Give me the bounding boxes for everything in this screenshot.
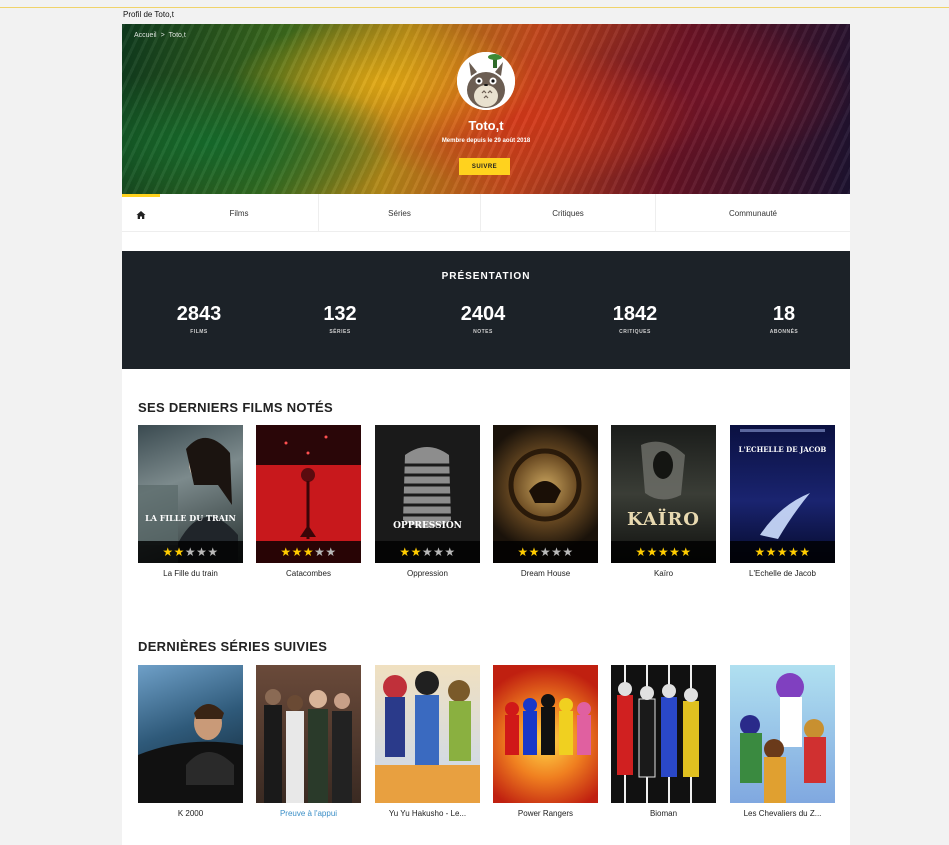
series-title[interactable]: Les Chevaliers du Z... xyxy=(730,809,835,818)
film-card[interactable]: OPPRESSION ★★ ★★★ Oppression xyxy=(375,425,480,578)
profile-content: Accueil > Toto,t Toto,t Membre depuis le 2… xyxy=(122,24,850,845)
stat-value: 2843 xyxy=(176,303,222,325)
poster-image xyxy=(375,671,480,803)
film-title[interactable]: L'Echelle de Jacob xyxy=(730,569,835,578)
film-poster[interactable]: OPPRESSION ★★ ★★★ xyxy=(375,425,480,563)
rating-stars: ★★★★★ xyxy=(138,541,243,563)
film-title[interactable]: Oppression xyxy=(375,569,480,578)
stat-films[interactable]: 2843 FILMS xyxy=(144,303,254,335)
series-card[interactable]: Yu Yu Hakusho - Le... xyxy=(375,665,480,818)
follow-button[interactable]: SUIVRE xyxy=(459,158,510,175)
rating-stars: ★★★★★ xyxy=(256,541,361,563)
series-poster[interactable] xyxy=(493,665,598,803)
films-section-title: SES DERNIERS FILMS NOTÉS xyxy=(138,400,334,415)
stat-label: CRITIQUES xyxy=(619,329,651,335)
film-poster[interactable]: ★★★★★ xyxy=(493,425,598,563)
avatar[interactable] xyxy=(457,52,515,110)
profile-banner: Accueil > Toto,t Toto,t Membre depuis le 2… xyxy=(122,24,850,194)
breadcrumb-home-link[interactable]: Accueil xyxy=(134,32,157,39)
film-card[interactable]: KAÏRO ★★★★★ Kaïro xyxy=(611,425,716,578)
breadcrumb-current: Toto,t xyxy=(168,32,186,39)
stat-value: 2404 xyxy=(460,303,506,325)
series-title[interactable]: Power Rangers xyxy=(493,809,598,818)
stat-critiques[interactable]: 1842 CRITIQUES xyxy=(580,303,690,335)
top-divider xyxy=(0,7,949,8)
film-poster[interactable]: LA FILLE DU TRAIN ★★ ★★★ xyxy=(138,425,243,563)
presentation-panel: PRÉSENTATION 2843 FILMS 132 SÉRIES 2404 … xyxy=(122,251,850,369)
series-card[interactable]: Preuve à l'appui xyxy=(256,665,361,818)
series-poster[interactable] xyxy=(138,665,243,803)
stat-notes[interactable]: 2404 NOTES xyxy=(428,303,538,335)
series-card[interactable]: Power Rangers xyxy=(493,665,598,818)
breadcrumb-separator: > xyxy=(160,32,165,39)
film-title[interactable]: La Fille du train xyxy=(138,569,243,578)
tab-series[interactable]: Séries xyxy=(318,194,480,232)
totoro-avatar-icon xyxy=(457,52,515,110)
film-card[interactable]: L'ECHELLE DE JACOB ★★★★★ L'Echelle de Ja… xyxy=(730,425,835,578)
series-poster[interactable] xyxy=(375,665,480,803)
stat-label: SÉRIES xyxy=(329,329,351,335)
stat-series[interactable]: 132 SÉRIES xyxy=(285,303,395,335)
series-card[interactable]: K 2000 xyxy=(138,665,243,818)
tab-critiques[interactable]: Critiques xyxy=(480,194,655,232)
series-title[interactable]: Bioman xyxy=(611,809,716,818)
stat-label: FILMS xyxy=(190,329,208,335)
film-card[interactable]: LA FILLE DU TRAIN ★★ ★★★ La Fille du trai… xyxy=(138,425,243,578)
series-poster[interactable] xyxy=(730,665,835,803)
poster-image xyxy=(740,673,826,803)
rating-stars: ★★★★★ xyxy=(375,541,480,563)
series-title[interactable]: K 2000 xyxy=(138,809,243,818)
film-card[interactable]: ★★★ ★★ Catacombes xyxy=(256,425,361,578)
stat-value: 1842 xyxy=(612,303,658,325)
stat-label: ABONNÉS xyxy=(769,329,799,335)
nav-home-tab[interactable] xyxy=(122,194,160,232)
page-title: Profil de Toto,t xyxy=(123,10,174,19)
film-title[interactable]: Catacombes xyxy=(256,569,361,578)
rating-stars: ★★★★★ xyxy=(493,541,598,563)
tab-films[interactable]: Films xyxy=(160,194,318,232)
series-section-title: DERNIÈRES SÉRIES SUIVIES xyxy=(138,639,328,654)
film-poster[interactable]: L'ECHELLE DE JACOB ★★★★★ xyxy=(730,425,835,563)
series-card[interactable]: Bioman xyxy=(611,665,716,818)
poster-image xyxy=(505,694,591,755)
poster-caption: OPPRESSION xyxy=(393,521,462,531)
film-poster[interactable]: KAÏRO ★★★★★ xyxy=(611,425,716,563)
stat-value: 18 xyxy=(772,303,796,325)
profile-username: Toto,t xyxy=(468,118,504,133)
film-card[interactable]: ★★ ★★★ Dream House xyxy=(493,425,598,578)
series-poster[interactable] xyxy=(611,665,716,803)
poster-image xyxy=(617,665,699,803)
breadcrumb: Accueil > Toto,t xyxy=(134,32,190,39)
presentation-title: PRÉSENTATION xyxy=(441,271,531,282)
profile-nav: Films Séries Critiques Communauté xyxy=(122,194,850,232)
poster-caption: KAÏRO xyxy=(627,509,700,530)
poster-caption: L'ECHELLE DE JACOB xyxy=(738,445,827,454)
poster-image xyxy=(264,689,352,803)
film-title[interactable]: Kaïro xyxy=(611,569,716,578)
poster-image xyxy=(138,704,243,803)
film-title[interactable]: Dream House xyxy=(493,569,598,578)
series-title[interactable]: Preuve à l'appui xyxy=(256,809,361,818)
poster-caption: LA FILLE DU TRAIN xyxy=(145,513,236,523)
series-poster[interactable] xyxy=(256,665,361,803)
stat-value: 132 xyxy=(323,303,357,325)
rating-stars: ★★★★★ xyxy=(730,541,835,563)
home-icon xyxy=(136,210,146,219)
series-title[interactable]: Yu Yu Hakusho - Le... xyxy=(375,809,480,818)
stat-label: NOTES xyxy=(473,329,493,335)
rating-stars: ★★★★★ xyxy=(611,541,716,563)
series-card[interactable]: Les Chevaliers du Z... xyxy=(730,665,835,818)
stat-abonnes[interactable]: 18 ABONNÉS xyxy=(729,303,839,335)
member-since-text: Membre depuis le 29 août 2018 xyxy=(441,138,531,144)
film-poster[interactable]: ★★★★★ xyxy=(256,425,361,563)
tab-communaute[interactable]: Communauté xyxy=(655,194,850,232)
